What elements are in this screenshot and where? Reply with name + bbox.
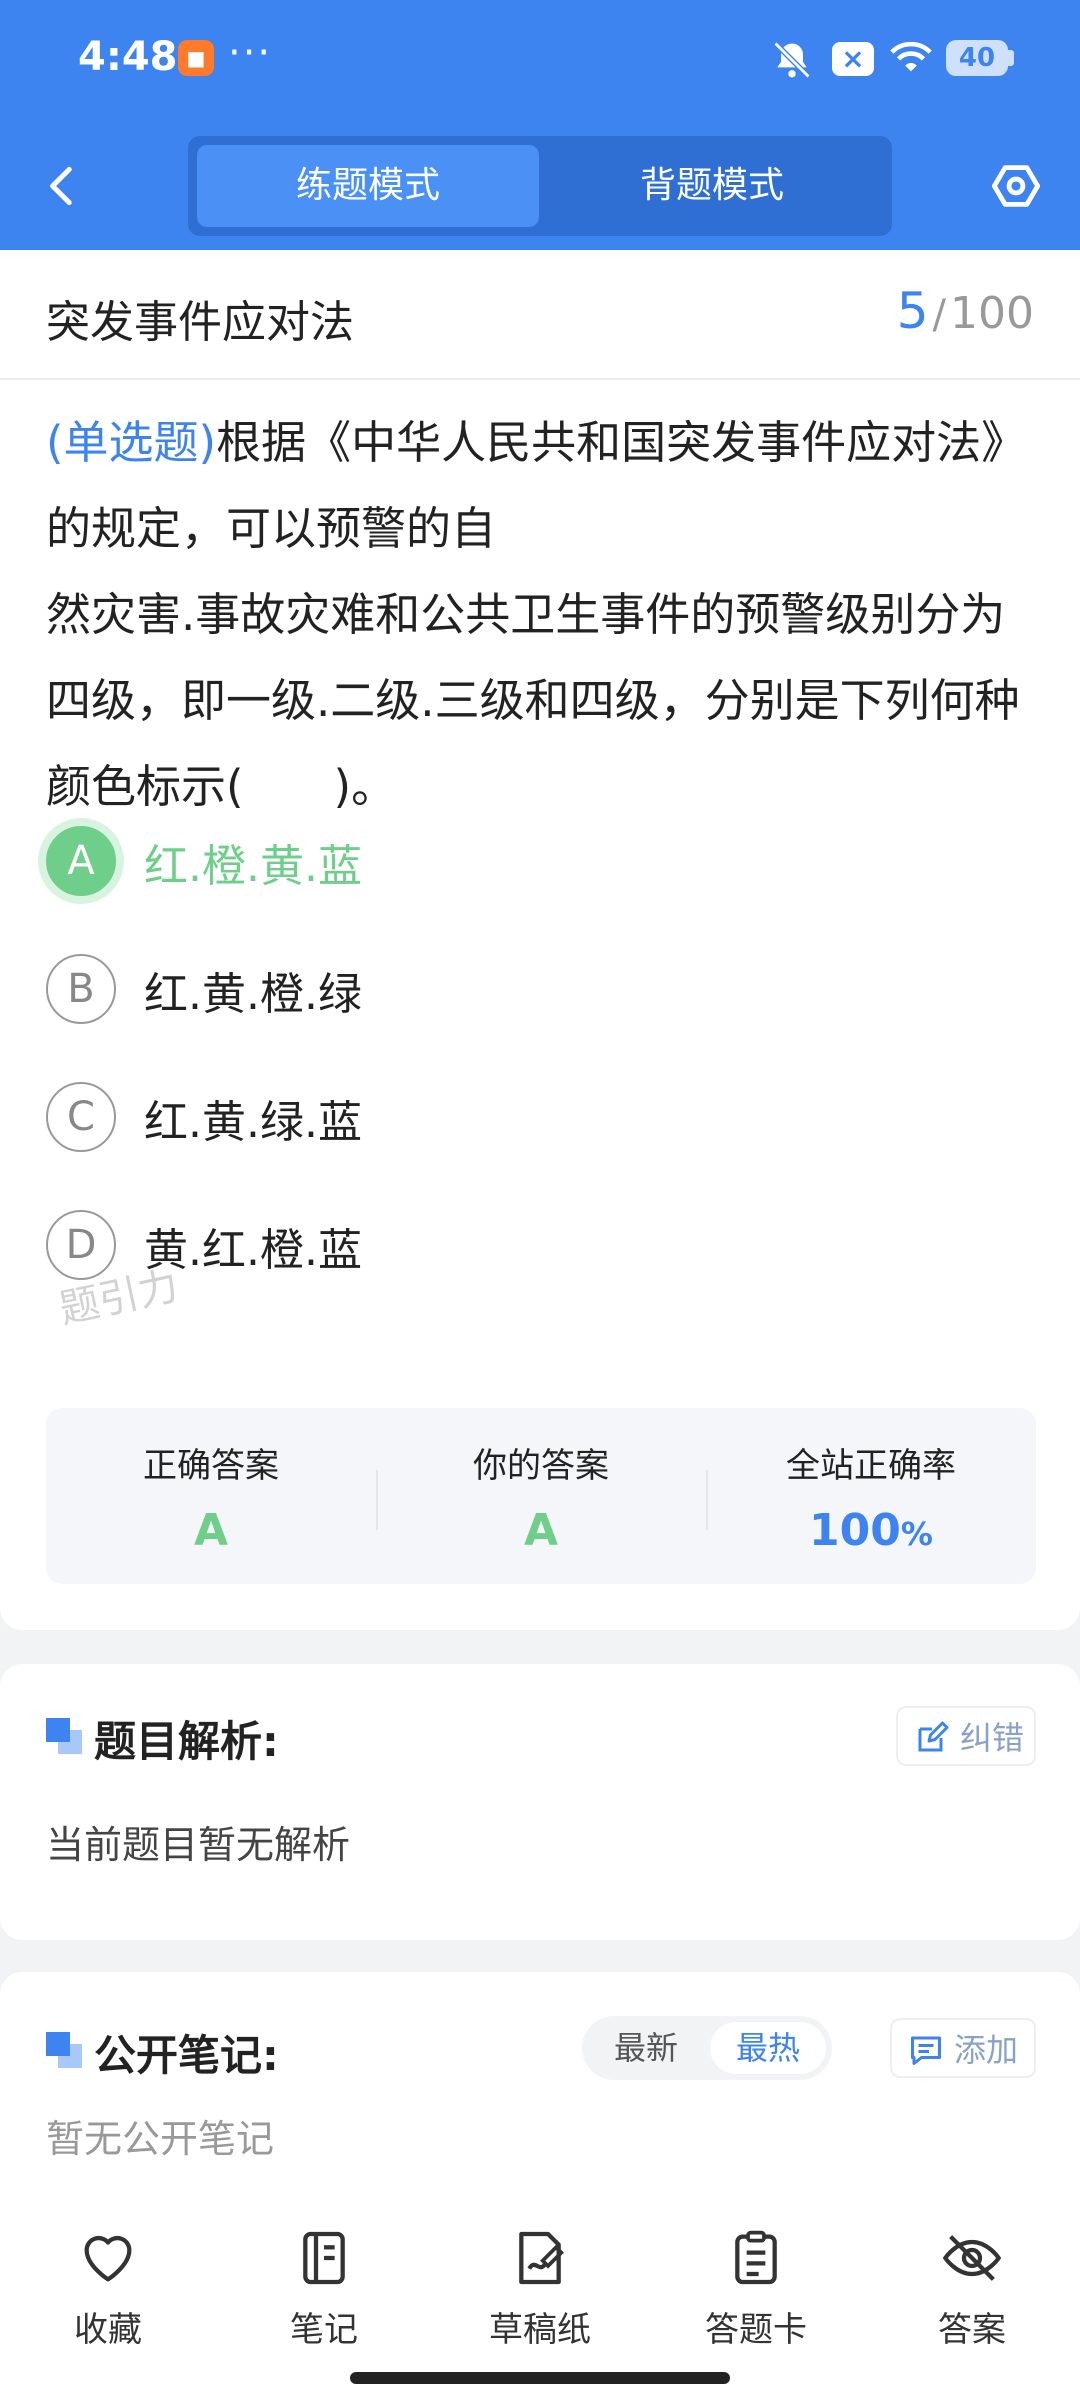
answer-sheet-icon — [735, 2230, 777, 2285]
question-progress: 5/100 — [897, 282, 1034, 340]
correct-answer-value: A — [193, 1505, 229, 1556]
favorite-button[interactable]: 收藏 — [8, 2226, 208, 2351]
analysis-title: 题目解析: — [94, 1717, 279, 1766]
home-indicator[interactable] — [350, 2372, 730, 2384]
eye-off-icon — [942, 2235, 1002, 2281]
analysis-card: 题目解析: 纠错 当前题目暂无解析 — [0, 1664, 1080, 1940]
correct-answer-label: 正确答案 — [143, 1446, 279, 1486]
question-type: (单选题) — [46, 416, 217, 469]
answer-sheet-label: 答题卡 — [705, 2310, 807, 2350]
tab-memorize-mode[interactable]: 背题模式 — [541, 145, 883, 227]
section-squares-icon — [46, 1718, 82, 1754]
notebook-icon — [303, 2231, 345, 2285]
comment-add-icon — [911, 2036, 941, 2065]
correct-rate-number: 100 — [809, 1505, 901, 1556]
status-time: 4:48 — [78, 34, 178, 80]
section-squares-icon — [46, 2032, 82, 2068]
your-answer-label: 你的答案 — [473, 1446, 609, 1486]
option-letter: B — [46, 954, 116, 1024]
notes-title: 公开笔记: — [94, 2031, 279, 2080]
answer-sheet-button[interactable]: 答题卡 — [656, 2226, 856, 2351]
correct-rate-unit: % — [900, 1515, 933, 1553]
option-d[interactable]: D 黄.红.橙.蓝 — [42, 1204, 942, 1290]
status-more: ··· — [228, 30, 273, 76]
show-answer-button[interactable]: 答案 — [872, 2226, 1072, 2351]
notes-label: 笔记 — [290, 2310, 358, 2350]
correct-rate-label: 全站正确率 — [786, 1446, 956, 1486]
notes-button[interactable]: 笔记 — [224, 2226, 424, 2351]
question-text: (单选题)根据《中华人民共和国突发事件应对法》的规定，可以预警的自 然灾害.事故… — [46, 400, 1040, 830]
public-notes-card: 公开笔记: 最新 最热 添加 暂无公开笔记 — [0, 1972, 1080, 2212]
draft-paper-icon — [519, 2231, 564, 2285]
report-error-label: 纠错 — [960, 1719, 1025, 1757]
sort-latest-button[interactable]: 最新 — [588, 2022, 704, 2074]
site-correct-rate: 全站正确率 100% — [706, 1438, 1036, 1556]
tab-practice-mode[interactable]: 练题模式 — [197, 145, 539, 227]
battery-icon: 40 — [946, 40, 1008, 76]
heart-icon — [84, 2235, 132, 2282]
settings-hexagon-icon[interactable] — [990, 158, 1042, 214]
option-text: 红.黄.橙.绿 — [144, 969, 362, 1020]
option-b[interactable]: B 红.黄.橙.绿 — [42, 948, 942, 1034]
header-divider — [0, 378, 1080, 380]
option-c[interactable]: C 红.黄.绿.蓝 — [42, 1076, 942, 1162]
analysis-empty-text: 当前题目暂无解析 — [46, 1823, 351, 1867]
wifi-icon — [890, 41, 932, 72]
edit-icon — [918, 1721, 949, 1752]
draft-paper-button[interactable]: 草稿纸 — [440, 2226, 640, 2351]
favorite-label: 收藏 — [74, 2310, 142, 2350]
status-icons: × 40 — [750, 30, 1080, 90]
progress-separator: / — [932, 292, 947, 338]
mode-switch: 练题模式 背题模式 — [188, 136, 892, 236]
mute-bell-icon — [773, 41, 811, 79]
notes-sort-toggle: 最新 最热 — [582, 2016, 832, 2080]
close-notification-icon: × — [832, 42, 874, 76]
add-note-button[interactable]: 添加 — [890, 2018, 1036, 2078]
battery-tip — [1008, 50, 1014, 66]
your-answer-value: A — [523, 1505, 559, 1556]
option-text: 红.橙.黄.蓝 — [144, 841, 362, 892]
option-text: 黄.红.橙.蓝 — [144, 1225, 362, 1276]
option-text: 红.黄.绿.蓝 — [144, 1097, 362, 1148]
progress-total: 100 — [950, 288, 1034, 339]
option-letter: A — [46, 826, 116, 896]
answer-summary: 正确答案 A 你的答案 A 全站正确率 100% — [46, 1408, 1036, 1584]
show-answer-label: 答案 — [938, 2310, 1006, 2350]
sort-hot-button[interactable]: 最热 — [710, 2022, 826, 2074]
progress-current: 5 — [896, 282, 929, 340]
draft-paper-label: 草稿纸 — [489, 2310, 591, 2350]
app-notification-icon: ■ — [178, 40, 214, 76]
notes-empty-text: 暂无公开笔记 — [46, 2117, 275, 2161]
question-card: 突发事件应对法 5/100 (单选题)根据《中华人民共和国突发事件应对法》的规定… — [0, 250, 1080, 1630]
correct-rate-value: 100% — [706, 1505, 1036, 1556]
bottom-toolbar: 收藏 笔记 草稿纸 答题卡 答案 — [0, 2200, 1080, 2400]
correct-answer: 正确答案 A — [46, 1438, 376, 1556]
option-letter: C — [46, 1082, 116, 1152]
option-a[interactable]: A 红.橙.黄.蓝 — [42, 820, 942, 906]
question-line-2: 然灾害.事故灾难和公共卫生事件的预警级别分为四级，即一级.二级.三级和四级，分别… — [46, 588, 1020, 813]
battery-level: 40 — [958, 43, 996, 73]
your-answer: 你的答案 A — [376, 1438, 706, 1556]
add-note-label: 添加 — [954, 2031, 1019, 2069]
top-bar: 4:48 ■ ··· × 40 练题模式 背题模式 — [0, 0, 1080, 250]
back-arrow-icon[interactable] — [38, 158, 88, 214]
subject-title: 突发事件应对法 — [46, 297, 354, 348]
report-error-button[interactable]: 纠错 — [896, 1706, 1036, 1766]
